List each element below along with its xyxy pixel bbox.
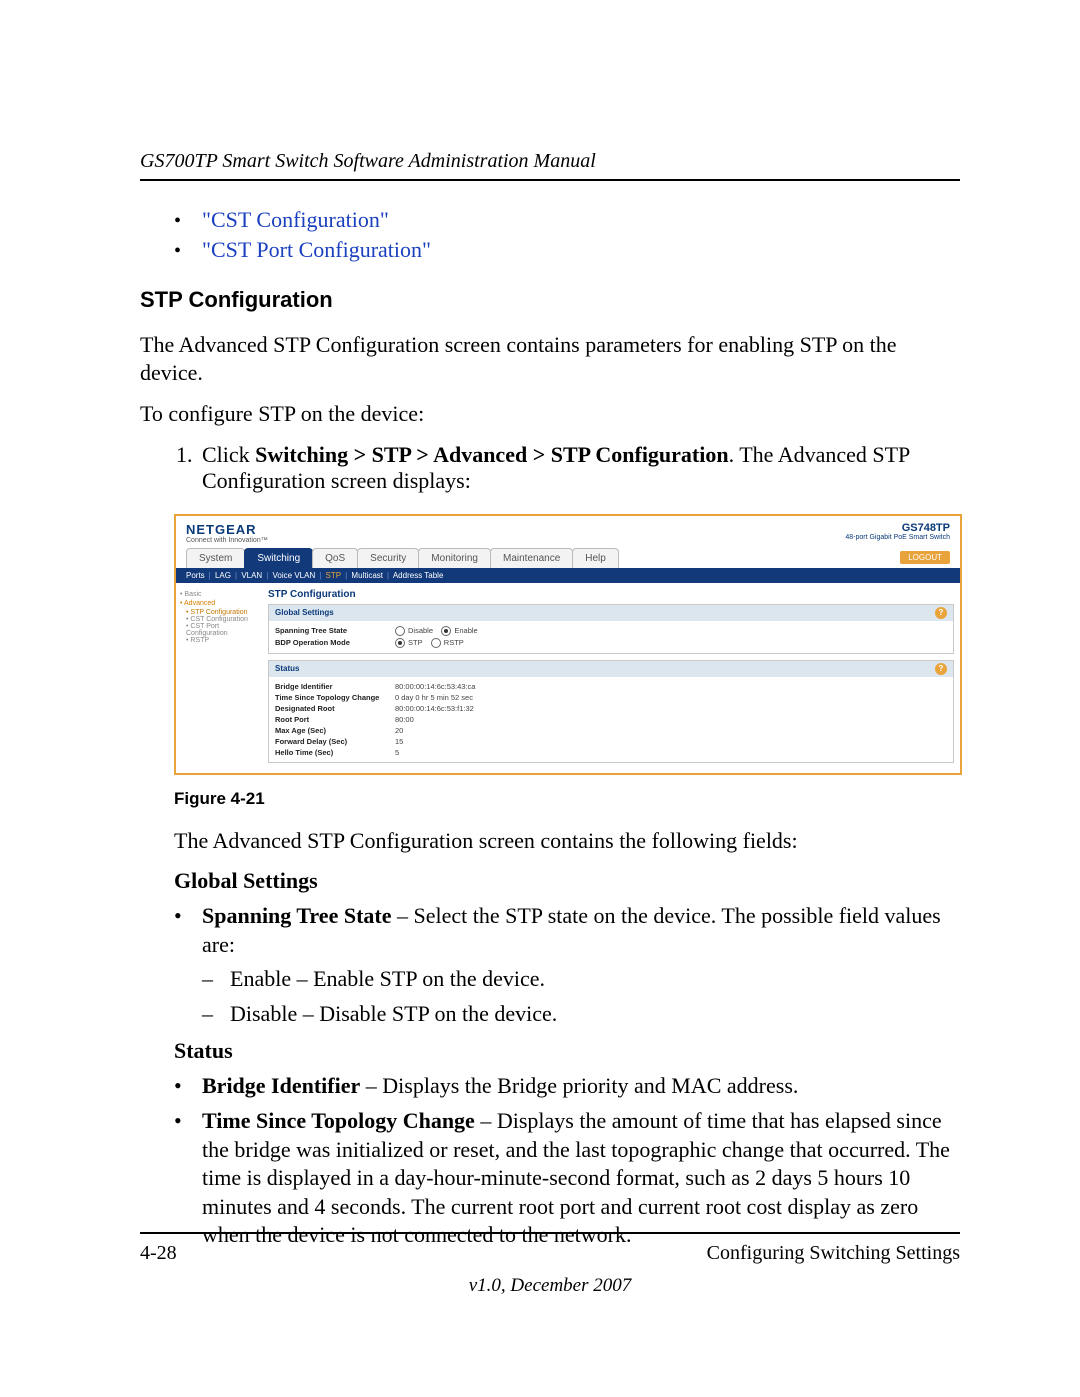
help-icon[interactable]: ? [935,663,947,675]
value-disable: Disable – Disable STP on the device. [202,1000,960,1029]
footer-rule [140,1232,960,1234]
status-value: 80:00:00:14:6c:53:43:ca [395,682,947,691]
page-footer: 4-28 Configuring Switching Settings v1.0… [140,1232,960,1297]
xref-cst-port-config[interactable]: "CST Port Configuration" [202,237,431,262]
subnav-multicast[interactable]: Multicast [351,571,383,580]
model-desc: 48-port Gigabit PoE Smart Switch [845,534,950,541]
sub-nav: Ports| LAG| VLAN| Voice VLAN| STP| Multi… [176,568,960,583]
status-key: Designated Root [275,704,395,713]
radio-rstp[interactable] [431,638,441,648]
xref-cst-config[interactable]: "CST Configuration" [202,207,389,232]
side-cst-port-config[interactable]: • CST Port Configuration [186,623,258,637]
box-heading: Status [275,664,299,673]
status-row: Forward Delay (Sec)15 [275,736,947,747]
tab-qos[interactable]: QoS [312,548,358,568]
xref-list: "CST Configuration" "CST Port Configurat… [174,207,960,263]
status-row: Designated Root80:00:00:14:6c:53:f1:32 [275,703,947,714]
step-1: Click Switching > STP > Advanced > STP C… [198,442,960,494]
fields-intro: The Advanced STP Configuration screen co… [174,827,960,855]
status-value: 20 [395,726,947,735]
global-settings-list: Spanning Tree State – Select the STP sta… [174,902,960,1028]
intro-paragraph: The Advanced STP Configuration screen co… [140,331,960,386]
status-value: 0 day 0 hr 5 min 52 sec [395,693,947,702]
field-desc-bridge-identifier: Bridge Identifier – Displays the Bridge … [174,1072,960,1101]
global-settings-box: Global Settings? Spanning Tree State Dis… [268,604,954,654]
field-bdp-mode: BDP Operation Mode [275,638,395,648]
tab-security[interactable]: Security [357,548,419,568]
brand-logo: NETGEAR [186,522,268,537]
tab-help[interactable]: Help [572,548,619,568]
step-list: Click Switching > STP > Advanced > STP C… [140,442,960,494]
global-settings-heading: Global Settings [174,868,960,894]
tab-system[interactable]: System [186,548,245,568]
model-label: GS748TP 48-port Gigabit PoE Smart Switch [845,522,950,541]
pane-title: STP Configuration [268,589,954,600]
status-value: 5 [395,748,947,757]
model-number: GS748TP [902,522,950,534]
figure-screenshot: NETGEAR Connect with Innovation™ GS748TP… [174,514,960,775]
box-heading: Global Settings [275,608,334,617]
netgear-ui: NETGEAR Connect with Innovation™ GS748TP… [174,514,962,775]
status-box: Status? Bridge Identifier80:00:00:14:6c:… [268,660,954,763]
status-key: Hello Time (Sec) [275,748,395,757]
step-prefix: Click [202,442,255,467]
status-row: Root Port80:00 [275,714,947,725]
status-value: 80:00:00:14:6c:53:f1:32 [395,704,947,713]
field-spanning-tree-state: Spanning Tree State [275,626,395,636]
status-key: Forward Delay (Sec) [275,737,395,746]
status-value: 80:00 [395,715,947,724]
subnav-stp[interactable]: STP [326,571,342,580]
status-value: 15 [395,737,947,746]
step-path: Switching > STP > Advanced > STP Configu… [255,442,728,467]
content-pane: STP Configuration Global Settings? Spann… [262,583,960,773]
field-desc-spanning-tree-state: Spanning Tree State – Select the STP sta… [174,902,960,1028]
side-basic[interactable]: • Basic [180,591,258,598]
section-heading: STP Configuration [140,287,960,313]
manual-page: GS700TP Smart Switch Software Administra… [0,0,1080,1397]
side-advanced[interactable]: • Advanced [180,600,258,607]
version-line: v1.0, December 2007 [140,1275,960,1297]
status-key: Bridge Identifier [275,682,395,691]
subnav-voice-vlan[interactable]: Voice VLAN [273,571,316,580]
subnav-ports[interactable]: Ports [186,571,205,580]
status-key: Root Port [275,715,395,724]
radio-enable[interactable] [441,626,451,636]
logout-button[interactable]: LOGOUT [900,551,950,564]
side-stp-config[interactable]: • STP Configuration [186,609,258,616]
running-header: GS700TP Smart Switch Software Administra… [140,150,960,173]
tab-maintenance[interactable]: Maintenance [490,548,573,568]
status-key: Max Age (Sec) [275,726,395,735]
subnav-vlan[interactable]: VLAN [241,571,262,580]
status-row: Max Age (Sec)20 [275,725,947,736]
chapter-title: Configuring Switching Settings [707,1242,960,1265]
subnav-lag[interactable]: LAG [215,571,231,580]
value-enable: Enable – Enable STP on the device. [202,965,960,994]
figure-caption: Figure 4-21 [174,789,960,809]
status-row: Time Since Topology Change0 day 0 hr 5 m… [275,692,947,703]
side-cst-config[interactable]: • CST Configuration [186,616,258,623]
radio-stp[interactable] [395,638,405,648]
radio-disable[interactable] [395,626,405,636]
side-tree: • Basic • Advanced • STP Configuration •… [176,583,262,773]
header-rule [140,179,960,181]
field-desc-time-since-topology: Time Since Topology Change – Displays th… [174,1107,960,1250]
main-tabs: System Switching QoS Security Monitoring… [176,548,960,568]
page-number: 4-28 [140,1242,177,1265]
subnav-address-table[interactable]: Address Table [393,571,444,580]
tab-switching[interactable]: Switching [244,548,313,568]
status-heading: Status [174,1038,960,1064]
tab-monitoring[interactable]: Monitoring [418,548,491,568]
side-rstp[interactable]: • RSTP [186,637,258,644]
status-list: Bridge Identifier – Displays the Bridge … [174,1072,960,1250]
status-key: Time Since Topology Change [275,693,395,702]
brand-tagline: Connect with Innovation™ [186,537,268,544]
status-rows: Bridge Identifier80:00:00:14:6c:53:43:ca… [269,677,953,762]
status-row: Bridge Identifier80:00:00:14:6c:53:43:ca [275,681,947,692]
status-row: Hello Time (Sec)5 [275,747,947,758]
lead-in-paragraph: To configure STP on the device: [140,400,960,428]
help-icon[interactable]: ? [935,607,947,619]
